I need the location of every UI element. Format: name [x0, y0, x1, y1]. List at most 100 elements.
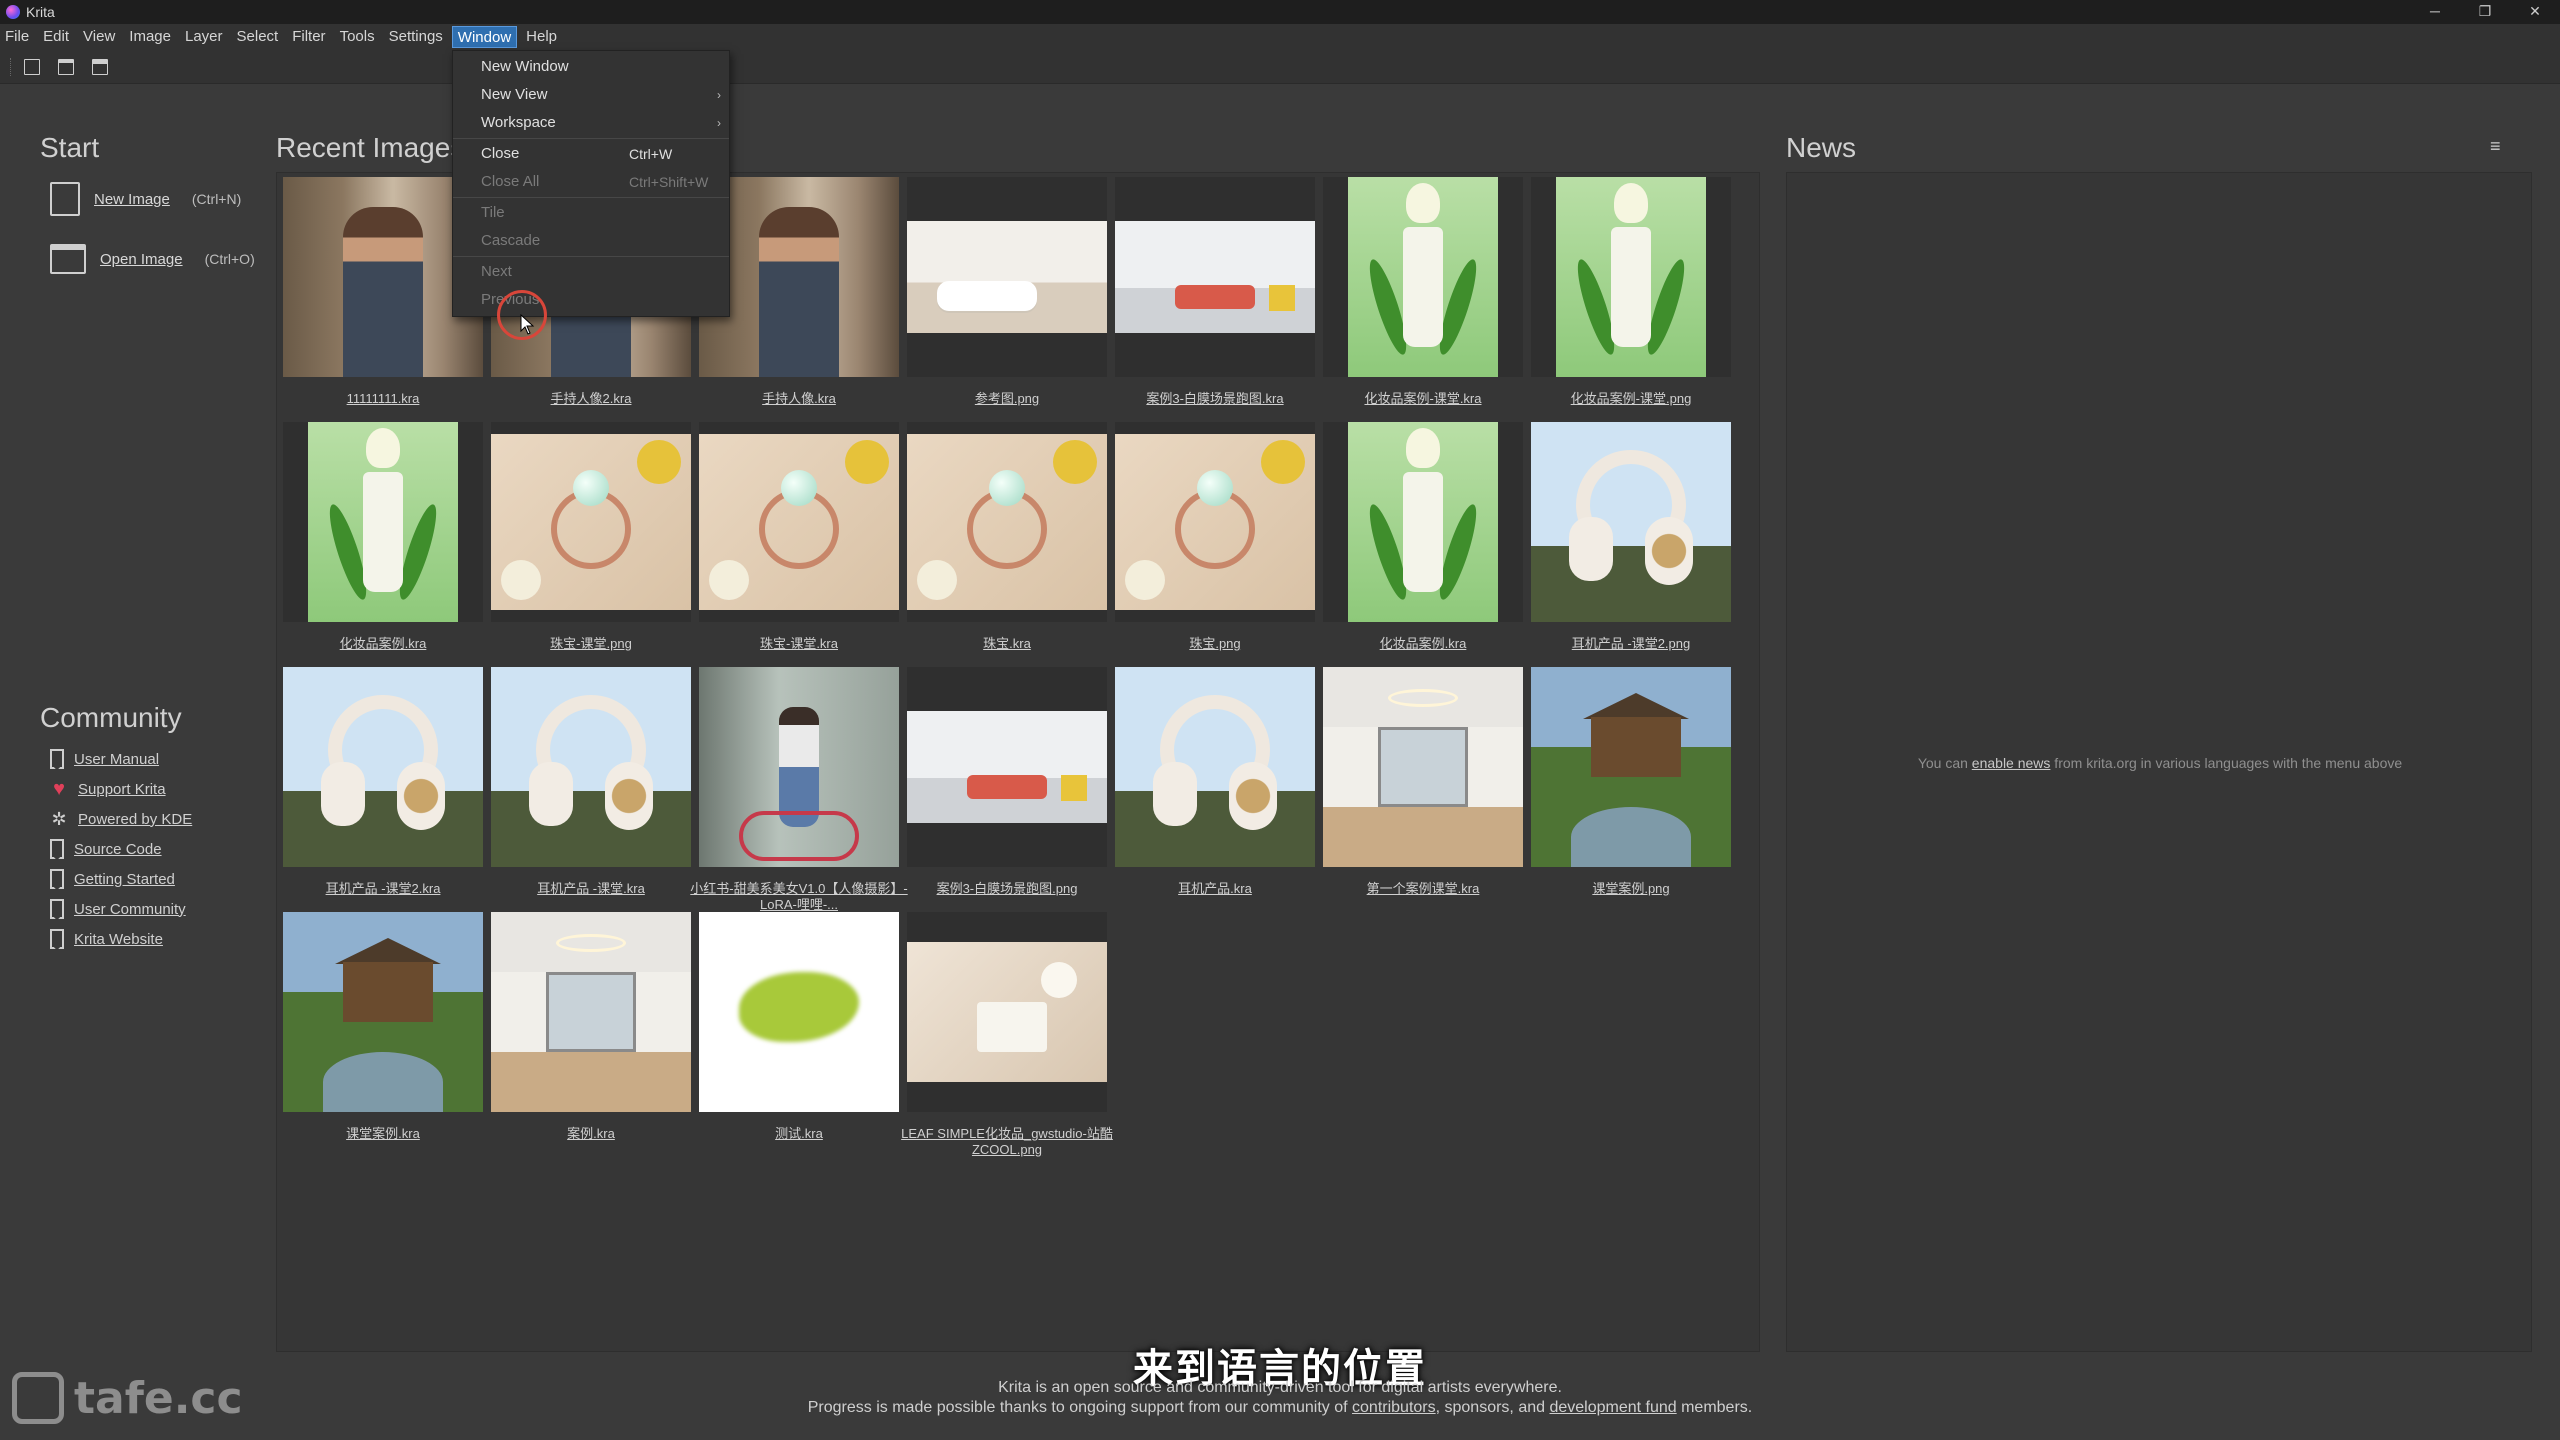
community-link[interactable]: Support Krita: [78, 781, 166, 798]
save-icon[interactable]: [92, 58, 108, 75]
recent-image-filename[interactable]: 案例3-白膜场景跑图.kra: [1105, 391, 1325, 407]
recent-image-item[interactable]: 第一个案例课堂.kra: [1323, 667, 1523, 912]
menu-select[interactable]: Select: [232, 26, 284, 48]
maximize-button[interactable]: ❐: [2460, 0, 2510, 24]
community-item[interactable]: Krita Website: [50, 924, 192, 954]
folder-icon[interactable]: [50, 244, 86, 274]
news-menu-icon[interactable]: ≡: [2490, 136, 2501, 157]
recent-thumbnail[interactable]: [283, 912, 483, 1112]
menu-help[interactable]: Help: [521, 26, 562, 48]
enable-news-link[interactable]: enable news: [1972, 755, 2051, 771]
recent-image-item[interactable]: 参考图.png: [907, 177, 1107, 422]
menu-settings[interactable]: Settings: [384, 26, 448, 48]
recent-thumbnail[interactable]: [1323, 177, 1523, 377]
recent-image-filename[interactable]: 案例3-白膜场景跑图.png: [897, 881, 1117, 897]
recent-thumbnail[interactable]: [1531, 177, 1731, 377]
recent-image-filename[interactable]: 测试.kra: [689, 1126, 909, 1142]
recent-image-filename[interactable]: 第一个案例课堂.kra: [1313, 881, 1533, 897]
recent-thumbnail[interactable]: [491, 422, 691, 622]
window-menu-workspace[interactable]: Workspace ›: [453, 109, 729, 137]
recent-thumbnail[interactable]: [699, 667, 899, 867]
recent-thumbnail[interactable]: [1531, 422, 1731, 622]
recent-thumbnail[interactable]: [491, 912, 691, 1112]
recent-thumbnail[interactable]: [1115, 422, 1315, 622]
recent-image-filename[interactable]: 化妆品案例-课堂.png: [1521, 391, 1741, 407]
community-link[interactable]: Getting Started: [74, 871, 175, 888]
recent-image-filename[interactable]: 小红书-甜美系美女V1.0【人像摄影】-LoRA-哩哩-...: [689, 881, 909, 913]
recent-image-item[interactable]: 案例.kra: [491, 912, 691, 1157]
recent-thumbnail[interactable]: [283, 422, 483, 622]
minimize-button[interactable]: ─: [2410, 0, 2460, 24]
new-image-action[interactable]: New Image (Ctrl+N): [50, 182, 241, 216]
recent-image-filename[interactable]: 珠宝-课堂.png: [481, 636, 701, 652]
recent-image-filename[interactable]: 课堂案例.kra: [273, 1126, 493, 1142]
recent-image-filename[interactable]: 珠宝-课堂.kra: [689, 636, 909, 652]
recent-image-item[interactable]: 案例3-白膜场景跑图.png: [907, 667, 1107, 912]
recent-thumbnail[interactable]: [907, 912, 1107, 1112]
contributors-link[interactable]: contributors: [1352, 1399, 1436, 1416]
recent-image-filename[interactable]: 珠宝.kra: [897, 636, 1117, 652]
recent-image-filename[interactable]: 手持人像.kra: [689, 391, 909, 407]
community-item[interactable]: Getting Started: [50, 864, 192, 894]
new-image-link[interactable]: New Image: [94, 191, 170, 208]
menu-layer[interactable]: Layer: [180, 26, 228, 48]
menu-filter[interactable]: Filter: [287, 26, 330, 48]
recent-image-filename[interactable]: 化妆品案例.kra: [273, 636, 493, 652]
community-link[interactable]: Powered by KDE: [78, 811, 192, 828]
recent-image-item[interactable]: 耳机产品.kra: [1115, 667, 1315, 912]
open-image-action[interactable]: Open Image (Ctrl+O): [50, 244, 255, 274]
recent-image-filename[interactable]: 耳机产品 -课堂2.kra: [273, 881, 493, 897]
recent-image-filename[interactable]: 化妆品案例.kra: [1313, 636, 1533, 652]
recent-image-item[interactable]: 耳机产品 -课堂2.kra: [283, 667, 483, 912]
recent-thumbnail[interactable]: [699, 422, 899, 622]
recent-image-filename[interactable]: 耳机产品.kra: [1105, 881, 1325, 897]
development-fund-link[interactable]: development fund: [1549, 1399, 1676, 1416]
community-link[interactable]: Source Code: [74, 841, 162, 858]
recent-image-item[interactable]: 珠宝-课堂.png: [491, 422, 691, 667]
recent-image-item[interactable]: 耳机产品 -课堂2.png: [1531, 422, 1731, 667]
recent-image-filename[interactable]: 耳机产品 -课堂.kra: [481, 881, 701, 897]
close-window-button[interactable]: ✕: [2510, 0, 2560, 24]
new-document-icon[interactable]: [24, 58, 40, 75]
recent-thumbnail[interactable]: [283, 667, 483, 867]
recent-image-item[interactable]: 耳机产品 -课堂.kra: [491, 667, 691, 912]
community-item[interactable]: Source Code: [50, 834, 192, 864]
recent-image-item[interactable]: 小红书-甜美系美女V1.0【人像摄影】-LoRA-哩哩-...: [690, 667, 908, 912]
recent-image-item[interactable]: 化妆品案例-课堂.png: [1531, 177, 1731, 422]
recent-thumbnail[interactable]: [1531, 667, 1731, 867]
open-image-link[interactable]: Open Image: [100, 251, 183, 268]
window-menu-new-view[interactable]: New View ›: [453, 81, 729, 109]
recent-thumbnail[interactable]: [491, 667, 691, 867]
community-item[interactable]: ♥ Support Krita: [50, 774, 192, 804]
recent-image-filename[interactable]: 手持人像2.kra: [481, 391, 701, 407]
recent-image-item[interactable]: 珠宝-课堂.kra: [699, 422, 899, 667]
community-item[interactable]: User Manual: [50, 744, 192, 774]
community-link[interactable]: User Community: [74, 901, 186, 918]
recent-thumbnail[interactable]: [907, 177, 1107, 377]
recent-image-filename[interactable]: 耳机产品 -课堂2.png: [1521, 636, 1741, 652]
recent-thumbnail[interactable]: [1323, 667, 1523, 867]
recent-image-item[interactable]: 化妆品案例.kra: [1323, 422, 1523, 667]
recent-thumbnail[interactable]: [699, 912, 899, 1112]
open-folder-icon[interactable]: [58, 58, 74, 75]
menu-edit[interactable]: Edit: [38, 26, 74, 48]
community-item[interactable]: ✲ Powered by KDE: [50, 804, 192, 834]
recent-thumbnail[interactable]: [1115, 667, 1315, 867]
recent-image-filename[interactable]: 珠宝.png: [1105, 636, 1325, 652]
recent-image-filename[interactable]: 课堂案例.png: [1521, 881, 1741, 897]
recent-thumbnail[interactable]: [1115, 177, 1315, 377]
recent-image-item[interactable]: 珠宝.png: [1115, 422, 1315, 667]
toolbar-grip[interactable]: [10, 57, 12, 76]
recent-image-item[interactable]: 化妆品案例.kra: [283, 422, 483, 667]
recent-thumbnail[interactable]: [907, 667, 1107, 867]
recent-image-filename[interactable]: 化妆品案例-课堂.kra: [1313, 391, 1533, 407]
community-item[interactable]: User Community: [50, 894, 192, 924]
menu-file[interactable]: File: [0, 26, 34, 48]
recent-image-filename[interactable]: LEAF SIMPLE化妆品_gwstudio-站酷ZCOOL.png: [897, 1126, 1117, 1158]
recent-image-item[interactable]: 课堂案例.kra: [283, 912, 483, 1157]
menu-image[interactable]: Image: [124, 26, 176, 48]
menu-tools[interactable]: Tools: [335, 26, 380, 48]
recent-image-filename[interactable]: 11111111.kra: [273, 391, 493, 407]
recent-image-item[interactable]: LEAF SIMPLE化妆品_gwstudio-站酷ZCOOL.png: [901, 912, 1113, 1157]
recent-image-item[interactable]: 课堂案例.png: [1531, 667, 1731, 912]
